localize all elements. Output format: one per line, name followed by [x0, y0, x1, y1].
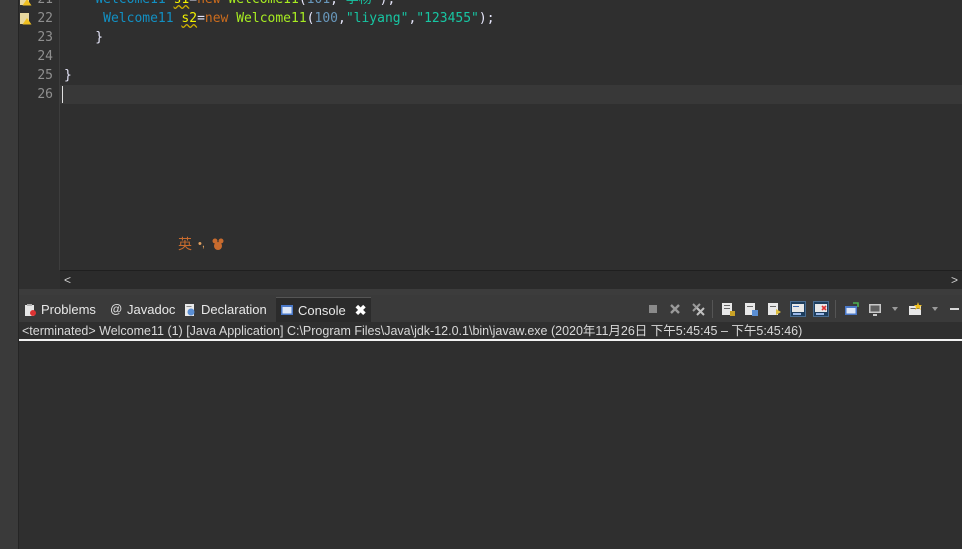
open-console-icon[interactable] — [907, 301, 923, 317]
console-status-line: <terminated> Welcome11 (1) [Java Applica… — [19, 322, 962, 341]
ime-indicator[interactable]: 英 •, — [178, 234, 225, 254]
word-wrap-icon[interactable] — [743, 301, 759, 317]
left-trim — [0, 0, 19, 549]
line-number: 21 — [37, 0, 53, 9]
code-token: } — [64, 30, 104, 45]
code-token: new — [204, 11, 229, 26]
tab-declaration-label: Declaration — [201, 302, 267, 317]
tab-console[interactable]: Console ✖ — [276, 297, 371, 322]
toolbar-separator — [835, 300, 836, 318]
code-token: ( — [306, 11, 315, 26]
ime-skin-icon — [212, 238, 224, 250]
java-editor[interactable]: 212223242526 Welcome11 s1=new Welcome11(… — [19, 0, 962, 289]
views-tab-bar: Problems @ Javadoc Declaration Console ✖ — [19, 295, 962, 322]
declaration-icon — [185, 303, 195, 316]
chevron-down-icon[interactable] — [887, 301, 903, 317]
bottom-views-panel: Problems @ Javadoc Declaration Console ✖ — [19, 295, 962, 549]
chevron-down-icon[interactable] — [927, 301, 943, 317]
code-token: , — [337, 11, 346, 26]
terminate-icon[interactable] — [645, 301, 661, 317]
code-token: "李杨" — [338, 0, 380, 7]
scroll-lock-icon[interactable] — [720, 301, 736, 317]
code-token: = — [197, 11, 205, 26]
code-token: ); — [380, 0, 396, 7]
code-token: s1 — [174, 0, 190, 7]
line-number: 26 — [37, 87, 53, 102]
code-line: Welcome11 s2=new Welcome11(100,"liyang",… — [64, 9, 495, 28]
remove-all-terminated-icon[interactable] — [690, 301, 706, 317]
scroll-left-icon[interactable]: < — [64, 272, 71, 288]
tab-javadoc[interactable]: @ Javadoc — [105, 297, 179, 322]
tab-javadoc-label: Javadoc — [127, 302, 176, 317]
code-token: 101 — [307, 0, 330, 7]
show-console-on-output-icon[interactable] — [790, 301, 806, 317]
problems-icon — [25, 303, 36, 316]
line-number-gutter: 21 22 23 24 25 26 — [19, 0, 60, 270]
code-token: Welcome11 — [103, 11, 174, 26]
code-token: s2 — [181, 11, 198, 26]
ime-language-label: 英 — [178, 236, 192, 252]
code-token: "123455" — [416, 11, 479, 26]
scroll-right-icon[interactable]: > — [951, 272, 958, 288]
remove-launch-icon[interactable] — [667, 301, 683, 317]
display-selected-console-icon[interactable] — [867, 301, 883, 317]
line-number: 22 — [37, 11, 53, 26]
line-number: 25 — [37, 68, 53, 83]
show-console-on-error-icon[interactable] — [813, 301, 829, 317]
toolbar-separator — [712, 300, 713, 318]
ime-punctuation-icon: •, — [198, 238, 205, 250]
code-line: } — [64, 66, 72, 85]
code-token: Welcome11 — [95, 0, 165, 7]
tab-declaration[interactable]: Declaration — [179, 297, 271, 322]
current-line-highlight — [60, 85, 962, 104]
warning-marker-icon[interactable] — [19, 0, 32, 6]
console-output[interactable] — [19, 343, 962, 549]
show-stdout-icon[interactable] — [766, 301, 782, 317]
close-icon[interactable]: ✖ — [355, 298, 367, 323]
line-number: 24 — [37, 49, 53, 64]
code-token: new — [197, 0, 220, 7]
line-number: 23 — [37, 30, 53, 45]
tab-console-label: Console — [298, 302, 346, 318]
text-caret — [62, 86, 63, 103]
warning-marker-icon[interactable] — [19, 12, 32, 25]
code-line: } — [64, 28, 103, 47]
code-token: 100 — [314, 11, 338, 26]
code-token: , — [330, 0, 338, 7]
tab-problems-label: Problems — [41, 302, 96, 317]
tab-problems[interactable]: Problems — [19, 297, 100, 322]
code-token: Welcome11 — [228, 0, 298, 7]
horizontal-scrollbar[interactable]: < > — [60, 270, 962, 289]
code-token: "liyang" — [345, 11, 409, 26]
code-token: } — [64, 68, 72, 83]
code-area[interactable]: Welcome11 s1=new Welcome11(101,"李杨"); We… — [60, 0, 962, 270]
minimize-icon[interactable] — [946, 301, 962, 317]
code-line: Welcome11 s1=new Welcome11(101,"李杨"); — [64, 0, 395, 9]
code-token: Welcome11 — [236, 11, 307, 26]
code-token: ( — [299, 0, 307, 7]
code-token: = — [189, 0, 197, 7]
code-token: ); — [478, 11, 495, 26]
pin-console-icon[interactable] — [843, 301, 859, 317]
javadoc-icon: @ — [110, 302, 122, 316]
console-icon — [281, 305, 293, 315]
